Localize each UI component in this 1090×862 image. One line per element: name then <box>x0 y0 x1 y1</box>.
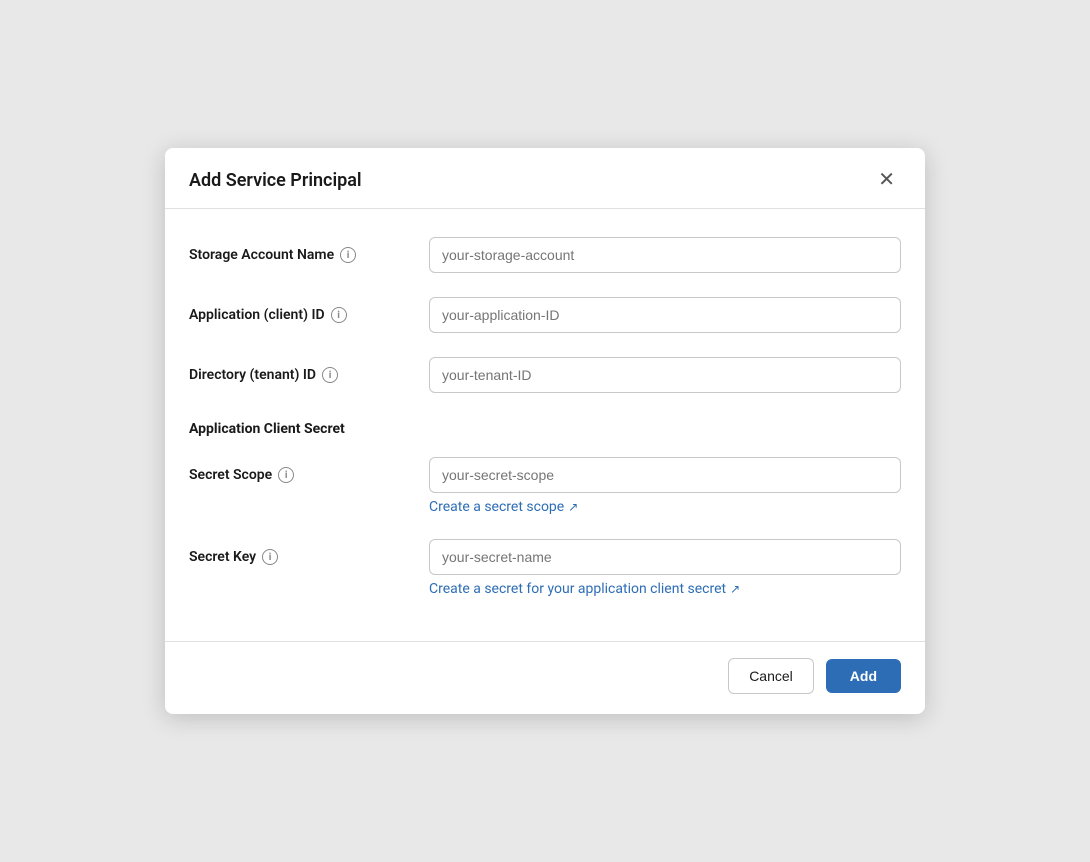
secret-key-input[interactable] <box>429 539 901 575</box>
create-secret-key-link[interactable]: Create a secret for your application cli… <box>429 581 740 597</box>
close-icon: ✕ <box>878 169 895 191</box>
secret-scope-label: Secret Scope i <box>189 467 429 483</box>
directory-tenant-id-input[interactable] <box>429 357 901 393</box>
storage-account-info-icon[interactable]: i <box>340 247 356 263</box>
add-service-principal-modal: Add Service Principal ✕ Storage Account … <box>165 148 925 714</box>
storage-account-input[interactable] <box>429 237 901 273</box>
directory-tenant-id-row: Directory (tenant) ID i <box>189 357 901 393</box>
create-secret-scope-link[interactable]: Create a secret scope ↗ <box>429 499 578 515</box>
secret-scope-input-col: Create a secret scope ↗ <box>429 457 901 515</box>
storage-account-name-row: Storage Account Name i <box>189 237 901 273</box>
cancel-button[interactable]: Cancel <box>728 658 814 694</box>
directory-tenant-id-input-col <box>429 357 901 393</box>
storage-account-label-col: Storage Account Name i <box>189 237 429 263</box>
application-client-id-info-icon[interactable]: i <box>331 307 347 323</box>
storage-account-label: Storage Account Name i <box>189 247 429 263</box>
application-client-secret-section-header: Application Client Secret <box>189 417 901 437</box>
secret-scope-label-col: Secret Scope i <box>189 457 429 483</box>
secret-key-input-col: Create a secret for your application cli… <box>429 539 901 597</box>
modal-header: Add Service Principal ✕ <box>165 148 925 209</box>
close-button[interactable]: ✕ <box>872 168 901 192</box>
create-secret-key-external-icon: ↗ <box>730 582 740 596</box>
modal-overlay: Add Service Principal ✕ Storage Account … <box>0 0 1090 862</box>
modal-title: Add Service Principal <box>189 170 362 191</box>
directory-tenant-id-label-col: Directory (tenant) ID i <box>189 357 429 383</box>
create-secret-key-link-row: Create a secret for your application cli… <box>429 581 901 597</box>
storage-account-input-col <box>429 237 901 273</box>
directory-tenant-id-label: Directory (tenant) ID i <box>189 367 429 383</box>
application-client-id-input-col <box>429 297 901 333</box>
application-client-id-label-col: Application (client) ID i <box>189 297 429 323</box>
secret-key-label: Secret Key i <box>189 549 429 565</box>
directory-tenant-id-info-icon[interactable]: i <box>322 367 338 383</box>
secret-key-info-icon[interactable]: i <box>262 549 278 565</box>
add-button[interactable]: Add <box>826 659 901 693</box>
modal-footer: Cancel Add <box>165 641 925 714</box>
secret-key-row: Secret Key i Create a secret for your ap… <box>189 539 901 597</box>
application-client-id-row: Application (client) ID i <box>189 297 901 333</box>
secret-scope-info-icon[interactable]: i <box>278 467 294 483</box>
application-client-id-label: Application (client) ID i <box>189 307 429 323</box>
create-secret-scope-link-row: Create a secret scope ↗ <box>429 499 901 515</box>
create-secret-scope-external-icon: ↗ <box>568 500 578 514</box>
secret-scope-input[interactable] <box>429 457 901 493</box>
modal-body: Storage Account Name i Application (clie… <box>165 209 925 641</box>
secret-key-label-col: Secret Key i <box>189 539 429 565</box>
application-client-id-input[interactable] <box>429 297 901 333</box>
secret-scope-row: Secret Scope i Create a secret scope ↗ <box>189 457 901 515</box>
